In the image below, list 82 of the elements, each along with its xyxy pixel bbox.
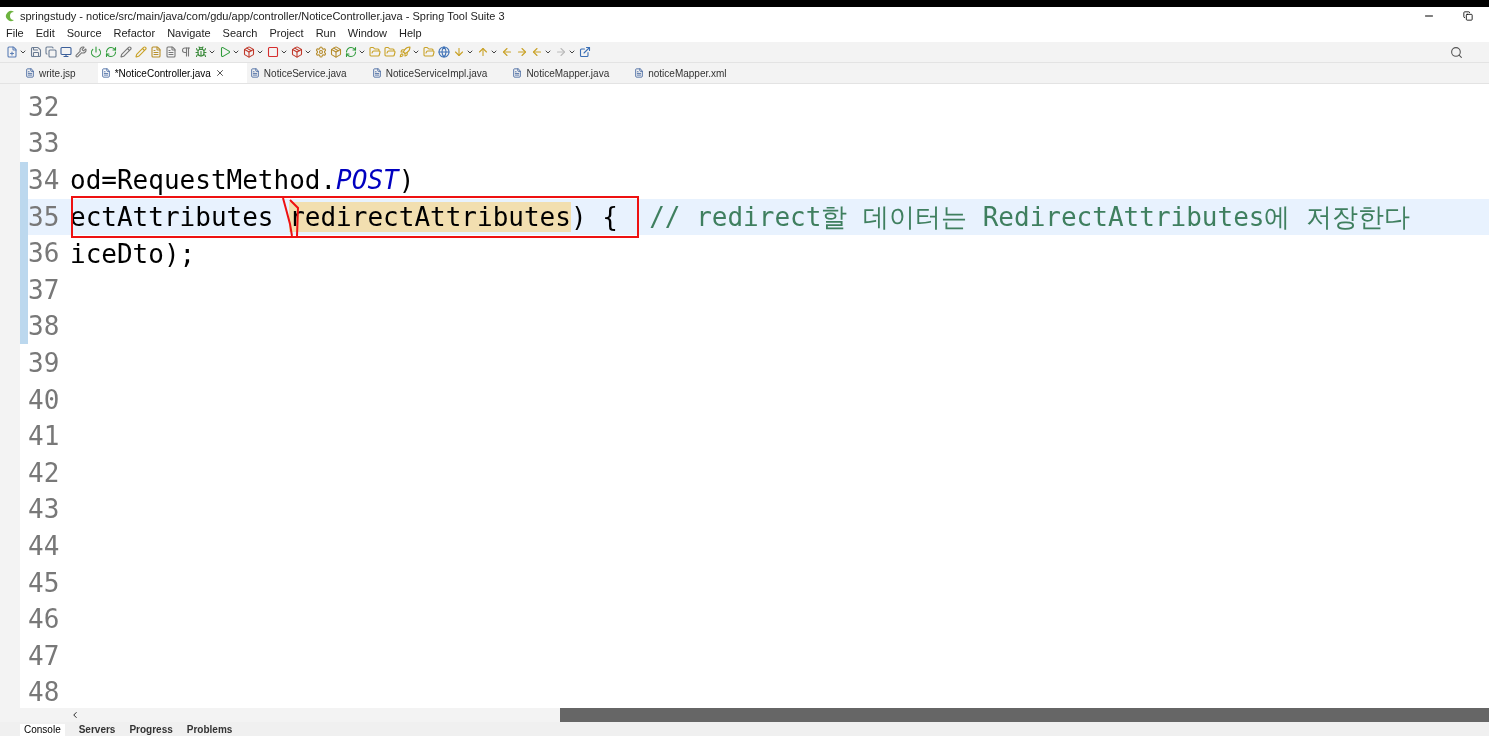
search-icon[interactable] — [1450, 45, 1463, 59]
package-icon[interactable] — [330, 46, 342, 58]
menu-item[interactable]: Help — [399, 25, 422, 42]
line-number: 46 — [28, 603, 61, 637]
highlight-icon[interactable] — [135, 46, 147, 58]
pilcrow-icon[interactable] — [180, 46, 192, 58]
line-number: 37 — [28, 273, 61, 307]
caret-icon[interactable] — [466, 48, 474, 56]
menu-item[interactable]: Run — [315, 25, 336, 42]
refresh-icon[interactable] — [105, 46, 117, 58]
line-number: 47 — [28, 639, 61, 673]
external-link-icon[interactable] — [579, 46, 591, 58]
line-number: 32 — [28, 90, 61, 124]
line-number: 44 — [28, 529, 61, 563]
editor-tab[interactable]: NoticeServiceImpl.java — [368, 63, 510, 83]
file-icon — [249, 68, 260, 78]
scroll-left-icon[interactable] — [70, 710, 80, 720]
view-tab[interactable]: Console — [20, 724, 65, 736]
view-tab[interactable]: Servers — [78, 724, 116, 736]
menu-item[interactable]: Source — [66, 25, 102, 42]
wrench-icon[interactable] — [75, 46, 87, 58]
line-number: 43 — [28, 493, 61, 527]
line-number: 45 — [28, 566, 61, 600]
caret-icon[interactable] — [358, 48, 366, 56]
file-icon — [25, 68, 35, 78]
package-icon[interactable] — [243, 46, 255, 58]
menu-item[interactable]: Edit — [35, 25, 55, 42]
caret-icon[interactable] — [544, 48, 552, 56]
menu-item[interactable]: Refactor — [113, 25, 156, 42]
code-line: od=RequestMethod.POST) — [70, 167, 415, 194]
window-title: springstudy - notice/src/main/java/com/gdu/app/controller/NoticeController.java - Spring Tool Suite 3 — [20, 8, 505, 24]
caret-icon[interactable] — [490, 48, 498, 56]
caret-icon[interactable] — [232, 48, 240, 56]
close-icon[interactable] — [214, 68, 225, 78]
save-icon[interactable] — [30, 46, 42, 58]
line-number: 34 — [28, 164, 61, 197]
view-tab[interactable]: Progress — [129, 724, 173, 736]
bug-icon[interactable] — [195, 46, 207, 58]
file-icon[interactable] — [165, 46, 177, 58]
line-number: 41 — [28, 420, 61, 454]
line-number: 48 — [28, 676, 61, 710]
stop-icon[interactable] — [267, 46, 279, 58]
caret-icon[interactable] — [280, 48, 288, 56]
editor-tab[interactable]: write.jsp — [22, 63, 98, 83]
editor-tab[interactable]: NoticeMapper.java — [509, 63, 632, 83]
scrollbar-thumb[interactable] — [560, 708, 1489, 722]
caret-icon[interactable] — [19, 48, 27, 56]
file-icon — [634, 68, 645, 78]
line-number: 42 — [28, 456, 61, 490]
line-number: 35 — [28, 200, 61, 234]
caret-icon[interactable] — [256, 48, 264, 56]
file-icon — [371, 68, 382, 78]
line-number: 39 — [28, 346, 61, 380]
file-icon — [100, 68, 111, 78]
caret-icon[interactable] — [304, 48, 312, 56]
globe-icon[interactable] — [438, 46, 450, 58]
menu-item[interactable]: Navigate — [167, 25, 211, 42]
view-tab[interactable]: Problems — [186, 724, 233, 736]
menu-item[interactable]: Window — [347, 25, 387, 42]
line-number: 40 — [28, 383, 61, 417]
menu-item[interactable]: Project — [269, 25, 304, 42]
menu-item[interactable]: Search — [222, 25, 258, 42]
line-number: 38 — [28, 310, 61, 344]
caret-icon[interactable] — [208, 48, 216, 56]
package-icon[interactable] — [291, 46, 303, 58]
editor-tab[interactable]: *NoticeController.java — [97, 63, 247, 83]
file-icon[interactable] — [150, 46, 162, 58]
line-number: 36 — [28, 237, 61, 271]
menu-item[interactable]: File — [6, 25, 24, 42]
caret-icon[interactable] — [412, 48, 420, 56]
folder-icon[interactable] — [384, 46, 396, 58]
file-icon — [512, 68, 523, 78]
editor-tab[interactable]: noticeMapper.xml — [631, 63, 749, 83]
monitor-icon[interactable] — [60, 46, 72, 58]
save-all-icon[interactable] — [45, 46, 57, 58]
caret-icon[interactable] — [568, 48, 576, 56]
power-icon[interactable] — [90, 46, 102, 58]
leaf-logo-icon — [4, 10, 16, 22]
restore-icon[interactable] — [1463, 11, 1473, 21]
line-number: 33 — [28, 127, 61, 161]
code-line: iceDto); — [70, 240, 196, 267]
editor-tab[interactable]: NoticeService.java — [246, 63, 369, 83]
